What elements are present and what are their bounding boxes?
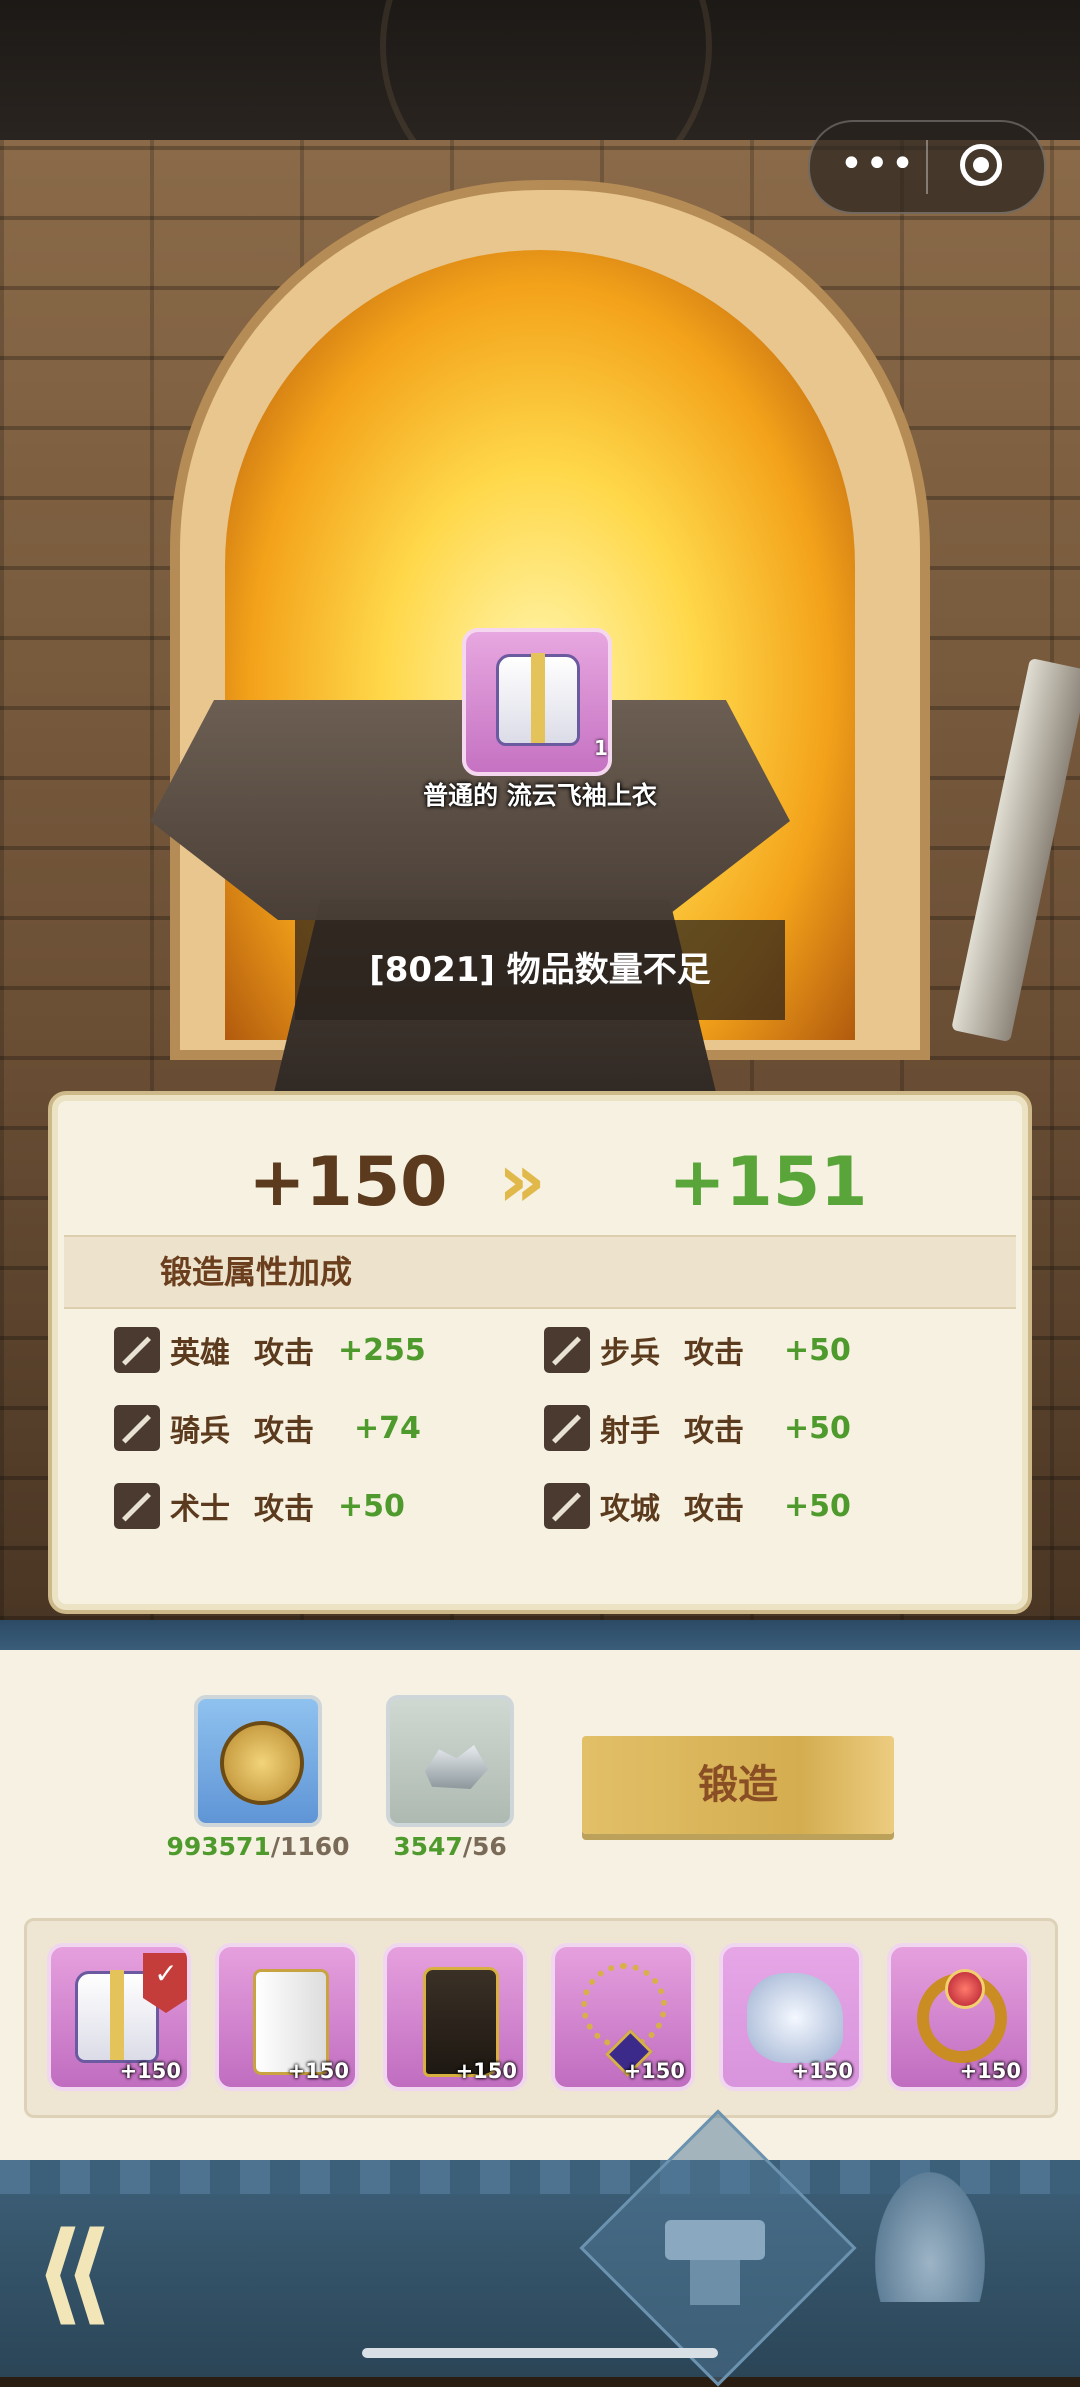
gauntlet-icon [747,1973,843,2063]
gold-have: 993571 [166,1832,271,1861]
sword-icon [544,1327,590,1373]
stat-attr: 攻击 [684,1414,744,1449]
forge-button[interactable]: 锻造 [582,1736,894,1834]
stat-value: +50 [784,1332,851,1368]
stat-attr: 攻击 [684,1336,744,1371]
equip-level: +150 [287,2059,349,2083]
close-miniprogram-icon[interactable] [960,144,1002,186]
equip-slot-necklace[interactable]: +150 [551,1943,695,2091]
equip-level: +150 [959,2059,1021,2083]
equip-level: +150 [119,2059,181,2083]
stat-row: 骑兵 攻击 +74 [114,1403,421,1453]
flame-icon[interactable] [875,2172,985,2302]
stat-unit: 骑兵 [170,1414,230,1449]
stat-attr: 攻击 [254,1336,314,1371]
menu-capsule: ••• [808,120,1046,214]
stat-value: +50 [784,1410,851,1446]
equip-slot-robe[interactable]: ✓ +150 [47,1943,191,2091]
top-banner [0,0,1080,212]
gold-coin-icon [220,1721,304,1805]
equip-slot-ring[interactable]: +150 [887,1943,1031,2091]
equipment-row: ✓ +150 +150 +150 +150 +150 +150 [24,1918,1058,2118]
bonus-title: 锻造属性加成 [160,1253,353,1291]
ore-have: 3547 [393,1832,463,1861]
stat-row: 攻城 攻击 +50 [544,1481,851,1531]
double-arrow-icon: » [498,1138,546,1224]
stat-unit: 攻城 [600,1492,660,1527]
forge-button-label: 锻造 [698,1762,778,1808]
stat-value: +74 [354,1410,421,1446]
equip-level: +150 [623,2059,685,2083]
stat-value: +255 [338,1332,426,1368]
stat-attr: 攻击 [254,1492,314,1527]
stat-row: 术士 攻击 +50 [114,1481,405,1531]
stat-unit: 步兵 [600,1336,660,1371]
home-indicator[interactable] [362,2348,718,2358]
ore-icon [425,1745,488,1789]
ore-need: /56 [462,1832,507,1861]
ore-cost: 3547/56 [330,1832,570,1861]
stat-unit: 术士 [170,1492,230,1527]
toast-text: [8021] 物品数量不足 [369,950,711,990]
forge-item-card[interactable]: 1 [462,628,612,776]
forge-stats-panel: +150 » +151 锻造属性加成 英雄 攻击 +255 步兵 攻击 +50 … [52,1095,1028,1610]
stat-row: 步兵 攻击 +50 [544,1325,851,1375]
sword-icon [114,1483,160,1529]
next-level: +151 [668,1143,868,1222]
equip-slot-boots[interactable]: +150 [383,1943,527,2091]
equip-slot-gauntlet[interactable]: +150 [719,1943,863,2091]
stat-attr: 攻击 [684,1492,744,1527]
sword-icon [114,1327,160,1373]
anvil-hammer-icon [640,2200,790,2310]
anvil-foot [690,2260,740,2305]
robe-icon [496,653,580,746]
ore-cost-tile[interactable] [386,1695,514,1827]
stat-attr: 攻击 [254,1414,314,1449]
stat-row: 射手 攻击 +50 [544,1403,851,1453]
anvil-head [665,2220,765,2260]
gem-icon [945,1969,985,2009]
item-quantity: 1 [594,736,608,760]
divider [0,1620,1080,1650]
sword-icon [544,1483,590,1529]
sword-icon [114,1405,160,1451]
item-name: 普通的 流云飞袖上衣 [423,781,657,810]
stat-value: +50 [338,1488,405,1524]
stat-unit: 射手 [600,1414,660,1449]
gold-cost-tile[interactable] [194,1695,322,1827]
equip-level: +150 [791,2059,853,2083]
stat-value: +50 [784,1488,851,1524]
sword-icon [951,657,1080,1043]
back-icon[interactable]: ⟪ [34,2217,224,2327]
equip-slot-pants[interactable]: +150 [215,1943,359,2091]
more-icon[interactable]: ••• [834,122,922,212]
sword-icon [544,1405,590,1451]
stat-unit: 英雄 [170,1336,230,1371]
error-toast: [8021] 物品数量不足 [295,920,785,1020]
capsule-divider [926,140,928,194]
stat-row: 英雄 攻击 +255 [114,1325,426,1375]
bonus-header: 锻造属性加成 [64,1235,1016,1309]
equip-level: +150 [455,2059,517,2083]
